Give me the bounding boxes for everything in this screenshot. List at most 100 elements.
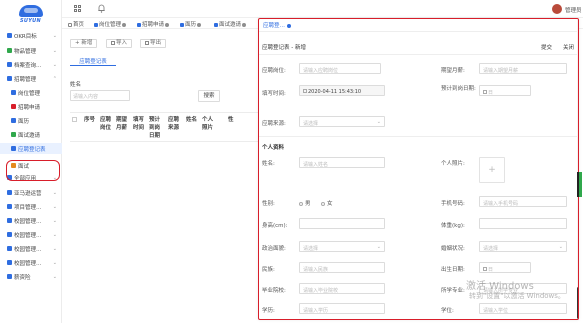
sidebar-item-label: 校园管理…	[14, 232, 42, 239]
campus-icon	[7, 218, 12, 223]
apps-grid-icon[interactable]	[74, 5, 82, 13]
tab-calendar[interactable]: 面历	[180, 20, 202, 28]
table-header-cell[interactable]: 期望月薪	[116, 116, 128, 132]
sidebar-item[interactable]: 面历	[0, 115, 62, 126]
sidebar-item-label: 校园管理…	[14, 218, 42, 225]
birth-label: 出生日期:	[441, 267, 465, 273]
table-header-cell[interactable]: 填写时间	[133, 116, 145, 132]
arrive-date-input[interactable]: 日	[479, 85, 531, 96]
sidebar-item[interactable]: 岗位管理	[0, 87, 62, 98]
chevron-down-icon: ⌄	[52, 245, 57, 252]
name-input[interactable]: 请输入姓名	[299, 157, 385, 168]
table-header-cell[interactable]: 应聘岗位	[100, 116, 112, 132]
sidebar-item[interactable]: 面试邀请	[0, 129, 62, 140]
sidebar-item[interactable]: 物品管理 ⌄	[0, 45, 62, 56]
page-scroll-marker[interactable]	[577, 172, 582, 197]
export-button[interactable]: 导出	[140, 39, 167, 48]
school-input[interactable]: 请输入毕业院校	[299, 283, 385, 294]
table-header-cell[interactable]: 序号	[84, 116, 96, 124]
salary-label: 期望月薪:	[441, 68, 465, 74]
radio-icon	[321, 201, 325, 206]
tab-post-management[interactable]: 岗位管理	[94, 20, 127, 28]
close-tab-icon[interactable]	[165, 22, 170, 27]
phone-input[interactable]: 请输入手机号码	[479, 196, 567, 207]
chevron-down-icon: ⌄	[376, 244, 381, 250]
sidebar-item[interactable]: OKR目标 ⌄	[0, 30, 62, 41]
education-label: 学历:	[262, 308, 275, 314]
close-button[interactable]: 关闭	[563, 43, 574, 51]
registration-table: 序号 应聘岗位 期望月薪 填写时间 预计到岗日期 应聘来源 姓名 个人照片 性	[70, 112, 260, 142]
sidebar-item-label: 应聘登记表	[18, 146, 46, 153]
sidebar-item[interactable]: 亚马逊运营 ⌄	[0, 187, 62, 198]
table-header-cell[interactable]: 预计到岗日期	[149, 116, 161, 140]
brand-logo[interactable]: SUYUN	[0, 0, 61, 28]
apply-icon	[137, 22, 141, 27]
education-input[interactable]: 请输入学历	[299, 303, 385, 314]
close-tab-icon[interactable]	[287, 23, 292, 28]
invite-icon	[214, 22, 218, 27]
photo-upload[interactable]: +	[479, 157, 505, 183]
registration-form-panel: 应聘登… 应聘登记表 - 新增 提交 关闭 应聘岗位: 请输入应聘岗位 期望月薪…	[258, 18, 579, 320]
target-icon	[7, 33, 12, 38]
select-all-checkbox[interactable]	[72, 117, 77, 122]
close-tab-icon[interactable]	[197, 22, 202, 27]
campus-icon	[7, 232, 12, 237]
close-tab-icon[interactable]	[242, 22, 247, 27]
sidebar-item-label: 招聘申请	[18, 104, 41, 111]
search-button[interactable]: 搜索	[198, 90, 220, 102]
sidebar-item[interactable]: 薪资险 ⌄	[0, 271, 62, 282]
table-header-cell[interactable]: 姓名	[186, 116, 198, 124]
degree-input[interactable]: 请输入学位	[479, 303, 567, 314]
sidebar-item-label: 招聘管理	[14, 76, 37, 83]
sub-tab-registration[interactable]: 应聘登记表	[70, 57, 116, 66]
sidebar-item[interactable]: 项目管理… ⌄	[0, 201, 62, 212]
gender-male-radio[interactable]: 男	[299, 199, 311, 207]
import-button[interactable]: 导入	[106, 39, 133, 48]
post-input[interactable]: 请输入应聘岗位	[299, 63, 381, 74]
sidebar-item[interactable]: 校园管理… ⌄	[0, 229, 62, 240]
chevron-down-icon: ⌄	[52, 61, 57, 68]
user-avatar[interactable]	[552, 4, 562, 14]
height-input[interactable]	[299, 218, 385, 229]
sidebar-item[interactable]: 校园管理… ⌄	[0, 257, 62, 268]
gender-label: 性别:	[262, 201, 275, 207]
sidebar-item[interactable]: 招聘管理 ⌃	[0, 73, 62, 84]
panel-scrollbar-thumb[interactable]	[577, 287, 578, 319]
source-select[interactable]: 请选择 ⌄	[299, 116, 385, 127]
marriage-select[interactable]: 请选择 ⌄	[479, 241, 567, 252]
sidebar-item[interactable]: 档案查询… ⌄	[0, 59, 62, 70]
amazon-icon	[7, 190, 12, 195]
salary-input[interactable]: 请输入期望月薪	[479, 63, 567, 74]
tab-registration-form[interactable]: 应聘登…	[263, 21, 292, 30]
sidebar-item[interactable]: 应聘登记表	[0, 143, 62, 154]
table-header-cell[interactable]: 个人照片	[202, 116, 214, 132]
sidebar-item[interactable]: 招聘申请	[0, 101, 62, 112]
tab-recruit-apply[interactable]: 招聘申请	[137, 20, 170, 28]
weight-label: 体重(kg):	[441, 223, 465, 229]
add-button[interactable]: + 新增	[70, 39, 98, 48]
sidebar-item[interactable]: 校园管理… ⌄	[0, 243, 62, 254]
tab-home[interactable]: 首页	[68, 20, 84, 28]
chevron-down-icon: ⌄	[52, 231, 57, 238]
table-header-cell[interactable]: 性	[228, 116, 240, 124]
politics-select[interactable]: 请选择 ⌄	[299, 241, 385, 252]
fill-time-input[interactable]: 2020-04-11 15:43:10	[299, 85, 385, 96]
weight-input[interactable]	[479, 218, 567, 229]
birth-date-input[interactable]: 日	[479, 262, 531, 273]
table-header-cell[interactable]: 应聘来源	[168, 116, 180, 132]
logo-text: SUYUN	[19, 17, 42, 24]
nation-input[interactable]: 请输入民族	[299, 262, 385, 273]
tab-interview-invite[interactable]: 面试邀请	[214, 20, 247, 28]
sidebar-item[interactable]: 校园管理… ⌄	[0, 215, 62, 226]
calendar-icon	[483, 267, 487, 271]
close-tab-icon[interactable]	[122, 22, 127, 27]
panel-scrollbar-track[interactable]	[577, 19, 578, 319]
chevron-down-icon: ⌄	[558, 244, 563, 250]
submit-button[interactable]: 提交	[541, 43, 552, 51]
user-name[interactable]: 管理员	[565, 6, 582, 14]
gender-female-radio[interactable]: 女	[321, 199, 333, 207]
search-input[interactable]: 请输入内容	[70, 90, 130, 101]
bell-icon[interactable]	[98, 4, 105, 13]
fill-time-label: 填写时间:	[262, 91, 286, 97]
arrive-date-label: 预计到岗日期:	[441, 86, 476, 92]
